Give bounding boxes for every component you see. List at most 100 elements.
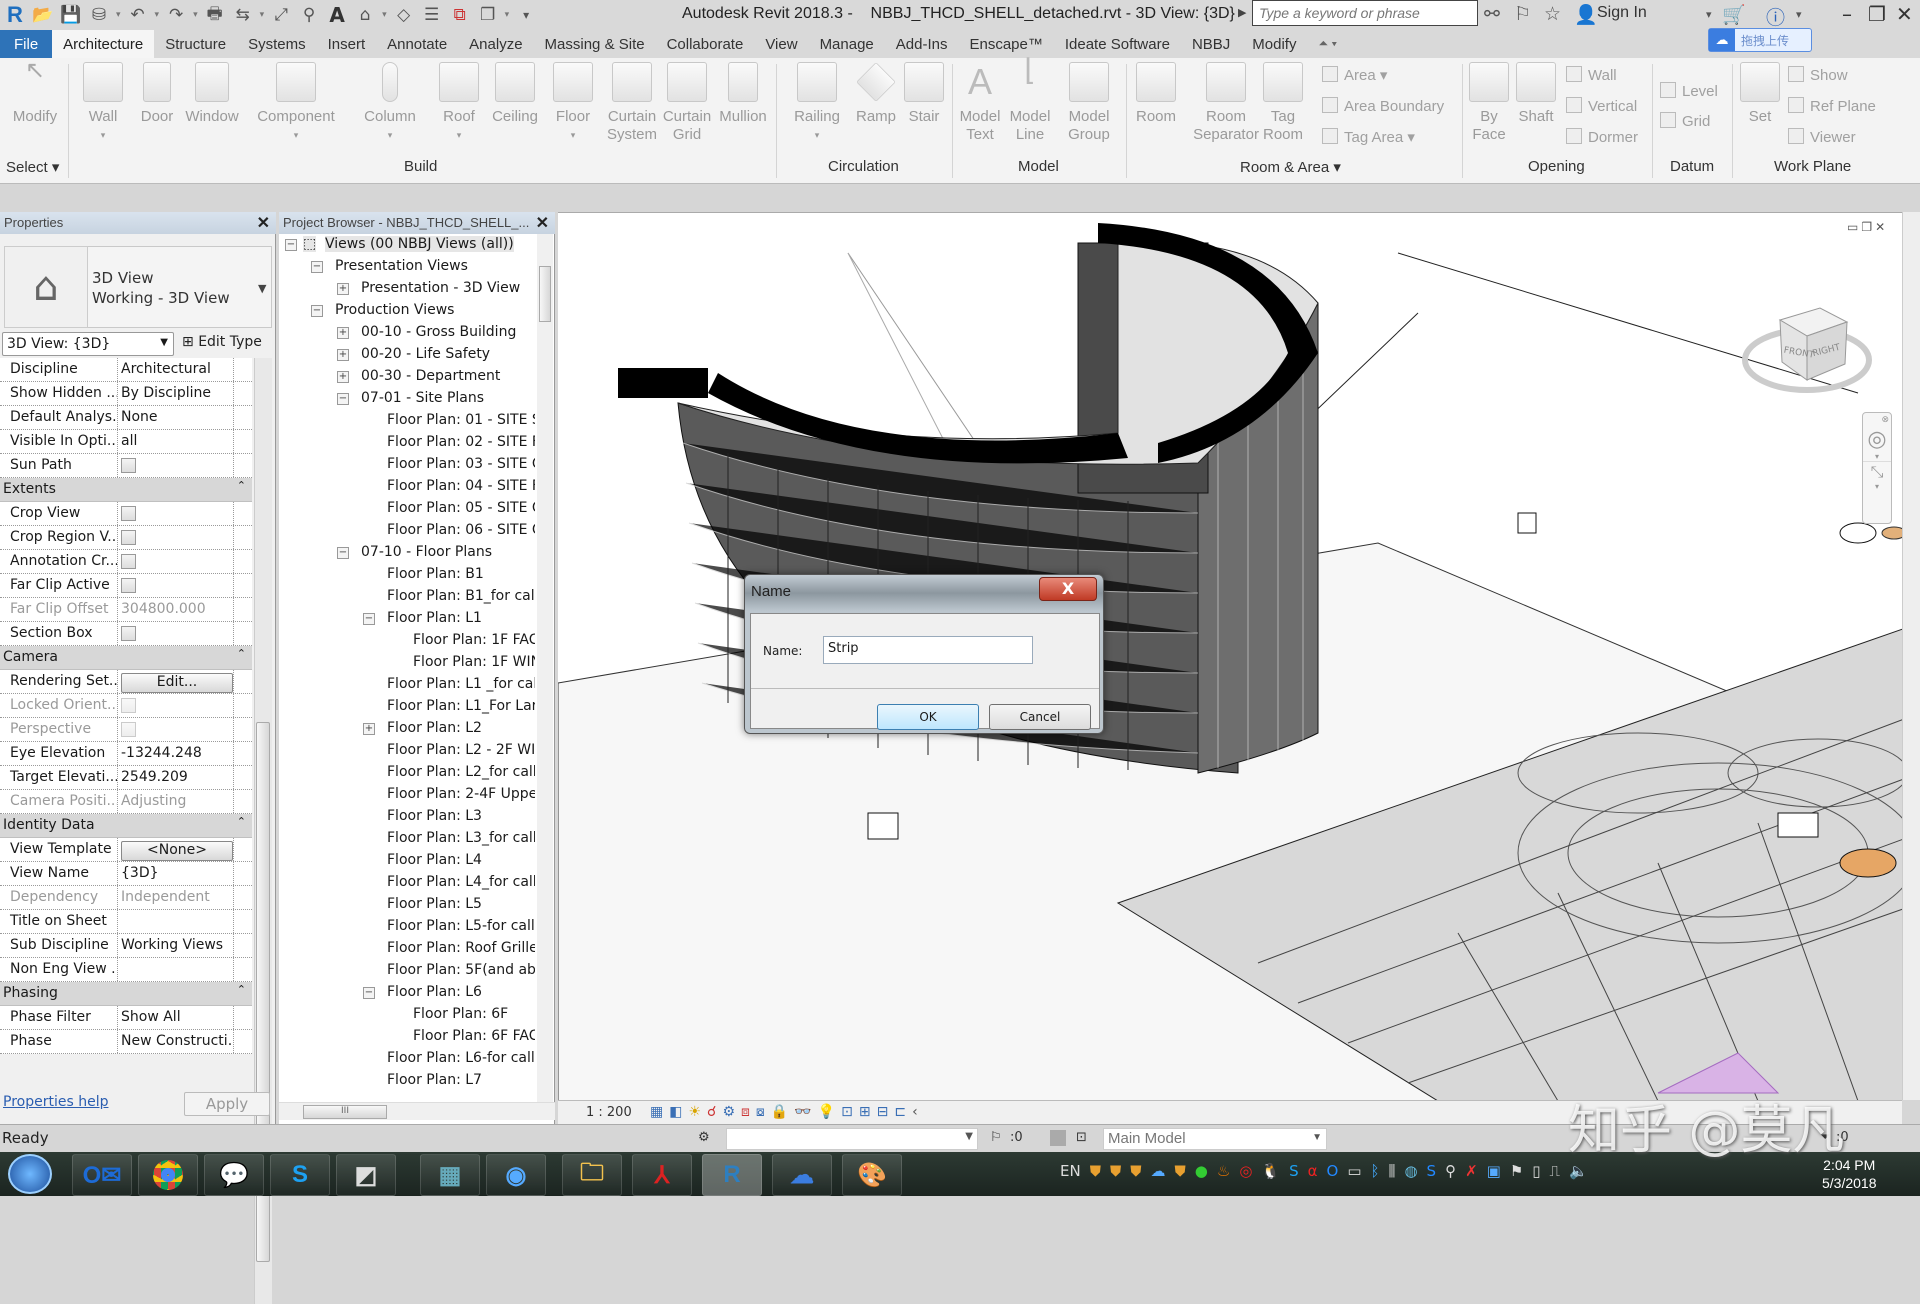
collapse-icon[interactable]: − <box>337 547 349 559</box>
tree-node[interactable]: − Floor Plan: L6 <box>279 982 535 1004</box>
cart-icon[interactable]: 🛒 <box>1722 3 1746 26</box>
show-work-plane-button[interactable]: Show <box>1788 66 1848 84</box>
tree-node[interactable]: − ⬚ Views (00 NBBJ Views (all)) <box>279 234 535 256</box>
shield-icon[interactable]: ⛊ <box>1090 1162 1101 1180</box>
zoom-region-icon[interactable]: ⤡ <box>1863 461 1891 482</box>
remote-icon[interactable]: ▣ <box>1487 1162 1501 1180</box>
collapse-icon[interactable]: − <box>363 613 375 625</box>
dialog-close-button[interactable]: X <box>1039 577 1097 601</box>
tab-add-ins[interactable]: Add-Ins <box>885 30 959 58</box>
language-indicator[interactable]: EN <box>1060 1162 1081 1180</box>
property-value[interactable]: Edit... <box>118 670 234 693</box>
tab-systems[interactable]: Systems <box>237 30 317 58</box>
property-group-header[interactable]: Phasing ⌃ <box>0 982 252 1006</box>
tree-node[interactable]: Floor Plan: 6F <box>279 1004 535 1026</box>
wall-button[interactable]: Wall ▾ <box>82 62 124 144</box>
binoculars-icon[interactable]: ⚯ <box>1484 3 1500 25</box>
subscription-icon[interactable]: ⚐ <box>1514 3 1531 25</box>
satellite-icon[interactable]: ⚲ <box>1445 1162 1456 1180</box>
railing-button[interactable]: Railing ▾ <box>790 62 844 144</box>
shadows-icon[interactable]: ☌ <box>707 1104 716 1120</box>
taskbar-browser[interactable]: ◉ <box>486 1154 546 1196</box>
tree-node[interactable]: Floor Plan: L4_for call <box>279 872 535 894</box>
taskbar-wechat[interactable]: 💬 <box>204 1154 264 1196</box>
tree-node[interactable]: Floor Plan: 6F FAC <box>279 1026 535 1048</box>
tree-node[interactable]: − Floor Plan: L1 <box>279 608 535 630</box>
model-group-button[interactable]: Model Group <box>1062 62 1116 144</box>
tree-node[interactable]: Floor Plan: L1 _for call <box>279 674 535 696</box>
property-checkbox[interactable] <box>121 554 136 569</box>
reveal-constraints-icon[interactable]: ⊟ <box>877 1104 889 1120</box>
room-separator-button[interactable]: Room Separator <box>1182 62 1270 144</box>
apply-button[interactable]: Apply <box>184 1092 270 1116</box>
tree-node[interactable]: Floor Plan: 5F(and ab <box>279 960 535 982</box>
collapse-icon[interactable]: ⌃ <box>237 983 246 996</box>
rendering-icon[interactable]: ⚙ <box>722 1104 735 1120</box>
by-face-button[interactable]: By Face <box>1468 62 1510 144</box>
window-button[interactable]: Window <box>182 62 242 126</box>
tree-node[interactable]: +00-20 - Life Safety <box>279 344 535 366</box>
column-button[interactable]: Column ▾ <box>360 62 420 144</box>
tab-analyze[interactable]: Analyze <box>458 30 533 58</box>
save-icon[interactable]: 💾 <box>60 4 82 26</box>
show-crop-region-icon[interactable]: ⧇ <box>756 1104 765 1120</box>
viewcube[interactable]: FRONT RIGHT <box>1742 290 1872 410</box>
tree-node[interactable]: Floor Plan: L4 <box>279 850 535 872</box>
tree-node[interactable]: Floor Plan: L5 <box>279 894 535 916</box>
roof-button[interactable]: Roof ▾ <box>436 62 482 144</box>
exclude-options-icon[interactable]: ⊡ <box>1076 1130 1087 1145</box>
help-icon[interactable]: ⓘ <box>1766 3 1785 30</box>
grid-button[interactable]: Grid <box>1660 112 1710 130</box>
expand-arrow-icon[interactable]: ▶ <box>1238 6 1246 19</box>
property-value[interactable]: None <box>118 406 234 429</box>
lock-3d-view-icon[interactable]: 🔒 <box>771 1104 788 1120</box>
taskbar-baidu-netdisk[interactable]: ☁ <box>772 1154 832 1196</box>
shaft-button[interactable]: Shaft <box>1514 62 1558 126</box>
viewport-scrollbar[interactable] <box>1902 212 1920 1100</box>
tree-node[interactable]: Floor Plan: L6-for call <box>279 1048 535 1070</box>
collapse-icon[interactable]: − <box>337 393 349 405</box>
property-value[interactable] <box>118 574 234 597</box>
name-input[interactable]: Strip <box>823 636 1033 664</box>
tab-annotate[interactable]: Annotate <box>376 30 458 58</box>
property-value[interactable]: Architectural <box>118 358 234 381</box>
set-work-plane-button[interactable]: Set <box>1740 62 1780 126</box>
search-input[interactable]: Type a keyword or phrase <box>1252 0 1478 26</box>
floor-button[interactable]: Floor ▾ <box>550 62 596 144</box>
java-icon[interactable]: ♨ <box>1217 1162 1230 1180</box>
modify-button[interactable]: ↖ Modify <box>8 59 62 126</box>
taskbar-outlook[interactable]: O✉ <box>72 1154 132 1196</box>
taskbar-skype[interactable]: S <box>270 1154 330 1196</box>
default-3d-view-icon[interactable]: ⌂ <box>354 4 376 26</box>
browser-horizontal-scroll-thumb[interactable]: III <box>303 1105 387 1119</box>
open-icon[interactable]: 📂 <box>32 4 54 26</box>
detail-level-icon[interactable]: ▦ <box>650 1104 663 1120</box>
collapse-icon[interactable]: ⌃ <box>237 815 246 828</box>
network-globe-icon[interactable]: ◍ <box>1404 1162 1417 1180</box>
property-button[interactable]: <None> <box>121 841 233 861</box>
component-button[interactable]: Component ▾ <box>254 62 338 144</box>
start-button[interactable] <box>8 1154 52 1194</box>
level-button[interactable]: Level <box>1660 82 1718 100</box>
tab-collaborate[interactable]: Collaborate <box>656 30 755 58</box>
collapse-icon[interactable]: − <box>285 239 297 251</box>
chevron-down-icon[interactable]: ▾ <box>1706 8 1712 21</box>
expand-icon[interactable]: + <box>337 371 349 383</box>
tree-node[interactable]: −07-01 - Site Plans <box>279 388 535 410</box>
collapse-icon[interactable]: − <box>311 261 323 273</box>
property-group-header[interactable]: Extents ⌃ <box>0 478 252 502</box>
design-options-icon[interactable] <box>1050 1130 1066 1146</box>
chevron-down-icon[interactable]: ▾ <box>260 10 265 20</box>
reveal-hidden-icon[interactable]: 💡 <box>818 1104 835 1120</box>
panel-label-room-area[interactable]: Room & Area ▾ <box>1240 158 1341 176</box>
collapse-icon[interactable]: − <box>363 987 375 999</box>
model-text-button[interactable]: A Model Text <box>956 62 1004 144</box>
property-value[interactable]: New Constructi... <box>118 1030 234 1053</box>
tab-enscape[interactable]: Enscape™ <box>958 30 1053 58</box>
expand-icon[interactable]: + <box>337 349 349 361</box>
restore-icon[interactable]: ❐ <box>1868 2 1886 26</box>
view-scale[interactable]: 1 : 200 <box>586 1105 632 1120</box>
edit-type-button[interactable]: ⊞ Edit Type <box>182 334 262 350</box>
print-icon[interactable]: 🖶 <box>204 4 226 26</box>
property-group-header[interactable]: Camera ⌃ <box>0 646 252 670</box>
